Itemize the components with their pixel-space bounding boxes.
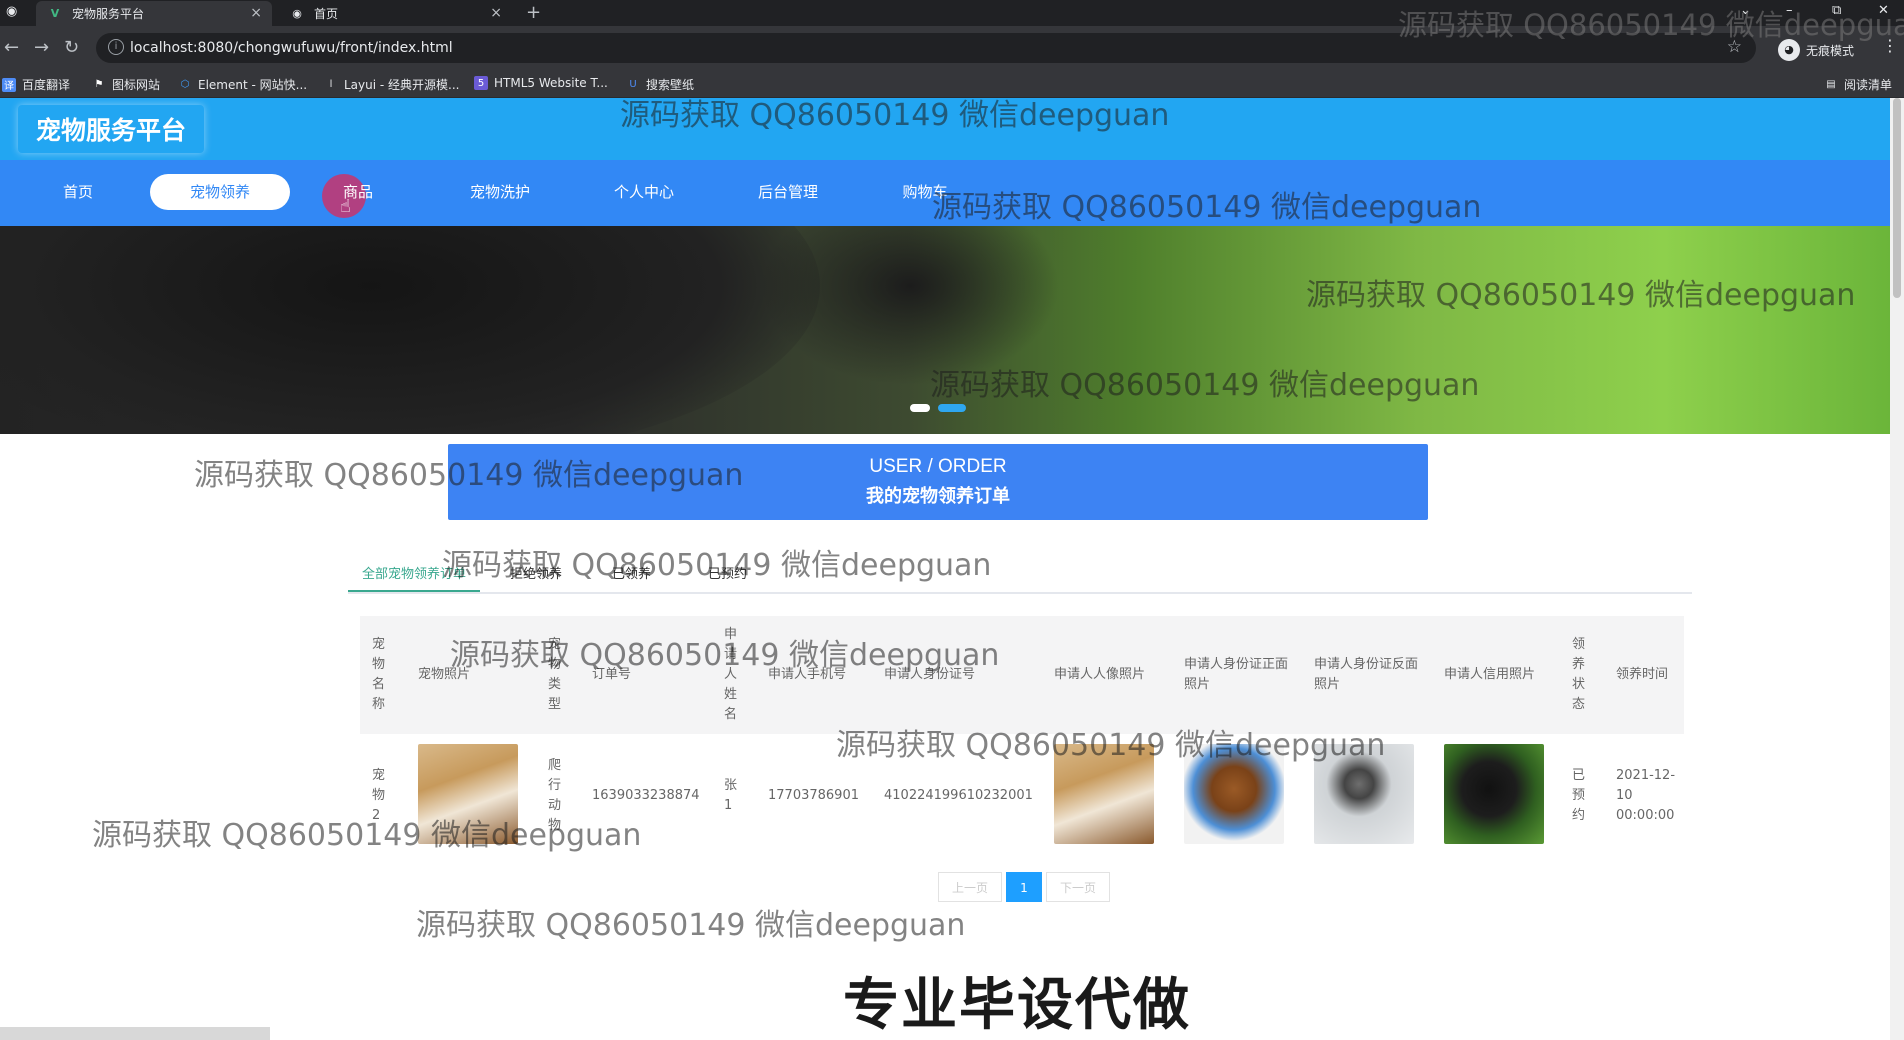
reading-list[interactable]: ▤ 阅读清单 xyxy=(1824,76,1892,93)
banner-pet-image xyxy=(0,226,820,434)
incognito-label: 无痕模式 xyxy=(1806,43,1855,58)
bookmark-item[interactable]: 5 HTML5 Website T... xyxy=(474,76,608,90)
page-viewport: 宠物服务平台 首页 宠物领养 商品 ☝ 宠物洗护 个人中心 后台管理 购物车 U… xyxy=(0,98,1890,1040)
flag-icon: ⚑ xyxy=(94,79,104,90)
cell-status: 已预约 xyxy=(1572,768,1586,823)
nav-goods[interactable]: 商品 xyxy=(318,174,398,210)
carousel-dot-active[interactable] xyxy=(938,404,966,412)
html5-icon: 5 xyxy=(474,76,488,90)
tab-title: 首页 xyxy=(314,7,339,21)
cell-applicant-name: 张1 xyxy=(724,778,738,813)
th-id-back-photo: 申请人身份证反面照片 xyxy=(1314,657,1419,692)
translate-icon: 译 xyxy=(2,77,16,92)
cell-time: 2021-12-10 00:00:00 xyxy=(1616,768,1676,823)
prev-page-button[interactable]: 上一页 xyxy=(938,872,1002,902)
watermark-text: 源码获取 QQ86050149 微信deepguan xyxy=(836,728,1386,763)
back-icon[interactable]: ← xyxy=(4,37,19,58)
forward-icon[interactable]: → xyxy=(34,37,49,58)
bookmark-label: HTML5 Website T... xyxy=(494,76,608,90)
scrollbar-thumb[interactable] xyxy=(1893,98,1901,298)
globe-icon: ◉ xyxy=(292,7,302,20)
watermark-text: 源码获取 QQ86050149 微信deepguan xyxy=(1306,278,1856,313)
th-credit-photo: 申请人信用照片 xyxy=(1444,667,1536,682)
watermark-text: 源码获取 QQ86050149 微信deepguan xyxy=(450,638,1000,673)
watermark-text: 源码获取 QQ86050149 微信deepguan xyxy=(194,458,744,493)
bookmark-label: 百度翻译 xyxy=(22,78,71,92)
reading-list-icon: ▤ xyxy=(1826,79,1836,90)
pointer-cursor-icon: ☝ xyxy=(340,196,351,217)
carousel-dot[interactable] xyxy=(910,404,930,412)
nav-pet-adoption[interactable]: 宠物领养 xyxy=(150,174,290,210)
new-tab-icon[interactable]: + xyxy=(526,2,541,23)
overlay-caption: 专业毕设代做 xyxy=(843,973,1191,1038)
browser-logo-icon: ◉ xyxy=(6,4,18,19)
vue-icon: V xyxy=(50,7,60,20)
watermark-text: 源码获取 QQ86050149 微信deepguan xyxy=(442,548,992,583)
bookmark-label: 搜索壁纸 xyxy=(646,78,695,92)
site-logo[interactable]: 宠物服务平台 xyxy=(18,105,204,153)
wallpaper-icon: U xyxy=(629,79,637,90)
bookmark-item[interactable]: ⚑ 图标网站 xyxy=(92,76,161,93)
watermark-text: 源码获取 QQ86050149 微信deepguan xyxy=(930,368,1480,403)
nav-admin[interactable]: 后台管理 xyxy=(748,174,828,210)
watermark-text: 源码获取 QQ86050149 微信deepguan xyxy=(932,190,1482,225)
th-time: 领养时间 xyxy=(1616,667,1669,682)
watermark-text: 源码获取 QQ86050149 微信deepguan xyxy=(416,908,966,943)
watermark-text: 源码获取 QQ86050149 微信deepguan xyxy=(92,818,642,853)
bookmark-label: 图标网站 xyxy=(112,78,161,92)
watermark-text: 源码获取 QQ86050149 微信deepguan xyxy=(620,98,1170,133)
bookmark-label: Layui - 经典开源模... xyxy=(344,78,460,92)
page-scrollbar[interactable] xyxy=(1890,98,1904,1040)
browser-tab-2[interactable]: ◉ 首页 × xyxy=(278,1,512,26)
watermark-text: 源码获取 QQ86050149 微信deepguan xyxy=(1398,8,1904,42)
th-portrait-photo: 申请人人像照片 xyxy=(1054,667,1146,682)
pagination: 上一页 1 下一页 xyxy=(938,872,1110,902)
reading-list-label: 阅读清单 xyxy=(1844,78,1893,92)
close-icon[interactable]: × xyxy=(490,5,502,21)
th-id-front-photo: 申请人身份证正面照片 xyxy=(1184,657,1289,692)
bookmark-item[interactable]: U 搜索壁纸 xyxy=(626,76,694,93)
th-status: 领养状态 xyxy=(1572,637,1586,712)
browser-tab-1[interactable]: V 宠物服务平台 × xyxy=(36,1,272,26)
bookmarks-bar: 译 百度翻译 ⚑ 图标网站 ⬡ Element - 网站快... l Layui… xyxy=(0,70,1904,98)
status-strip xyxy=(0,1027,270,1040)
bookmark-item[interactable]: 译 百度翻译 xyxy=(2,76,70,93)
nav-home[interactable]: 首页 xyxy=(38,174,118,210)
credit-photo[interactable] xyxy=(1444,744,1544,844)
bookmark-label: Element - 网站快... xyxy=(198,78,308,92)
carousel-indicators xyxy=(910,404,966,412)
page-1-button[interactable]: 1 xyxy=(1006,872,1042,902)
reload-icon[interactable]: ↻ xyxy=(64,37,79,58)
layui-icon: l xyxy=(329,79,333,90)
tab-title: 宠物服务平台 xyxy=(72,7,145,21)
element-icon: ⬡ xyxy=(180,79,190,90)
info-icon[interactable]: i xyxy=(108,39,124,55)
nav-user-center[interactable]: 个人中心 xyxy=(604,174,684,210)
url-text: localhost:8080/chongwufuwu/front/index.h… xyxy=(130,40,453,56)
nav-pet-grooming[interactable]: 宠物洗护 xyxy=(460,174,540,210)
bookmark-item[interactable]: l Layui - 经典开源模... xyxy=(324,76,460,93)
bookmark-item[interactable]: ⬡ Element - 网站快... xyxy=(178,76,307,93)
th-pet-name: 宠物名称 xyxy=(372,637,386,712)
close-icon[interactable]: × xyxy=(250,5,262,21)
next-page-button[interactable]: 下一页 xyxy=(1046,872,1110,902)
